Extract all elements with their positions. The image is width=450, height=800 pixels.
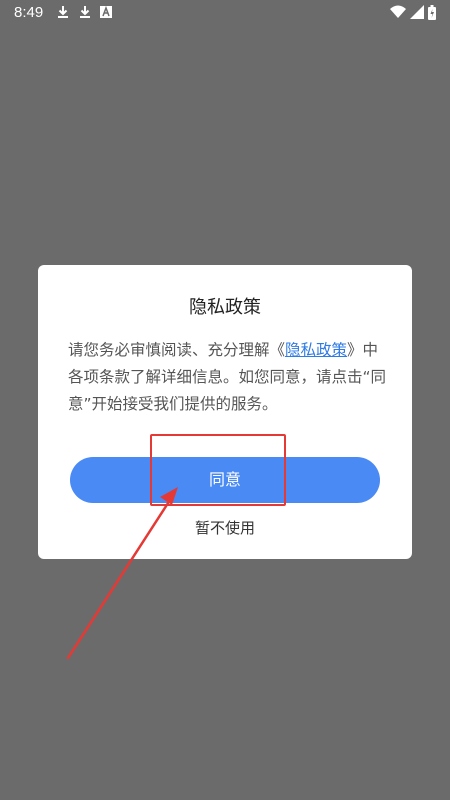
arrow-annotation xyxy=(66,487,178,660)
